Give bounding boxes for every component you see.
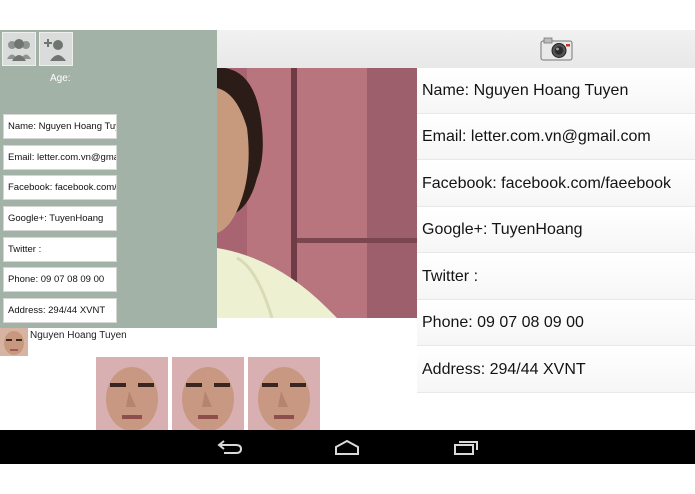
contacts-group-icon: [7, 39, 31, 61]
detail-row-twitter[interactable]: Twitter :: [417, 254, 695, 300]
profile-panel: Age: Name: Nguyen Hoang Tuyen Email: let…: [0, 30, 217, 328]
google-plus-field[interactable]: Google+: TuyenHoang: [3, 206, 117, 231]
thumbnail-photo[interactable]: [248, 357, 320, 430]
contact-photo: [217, 68, 417, 318]
app-window: Age: Name: Nguyen Hoang Tuyen Email: let…: [0, 30, 695, 430]
header-bar: [217, 30, 695, 68]
thumbnail-photo[interactable]: [172, 357, 244, 430]
age-label: Age:: [50, 73, 71, 84]
recent-apps-button[interactable]: [452, 438, 480, 461]
home-icon: [335, 439, 359, 455]
address-field[interactable]: Address: 294/44 XVNT: [3, 298, 117, 323]
add-contact-button[interactable]: [39, 32, 73, 66]
twitter-field[interactable]: Twitter :: [3, 237, 117, 262]
detail-row-google-plus[interactable]: Google+: TuyenHoang: [417, 207, 695, 253]
add-contact-icon: [44, 39, 66, 61]
back-icon: [217, 440, 243, 454]
contact-name: Nguyen Hoang Tuyen: [30, 330, 127, 341]
recent-apps-icon: [454, 441, 478, 455]
detail-row-address[interactable]: Address: 294/44 XVNT: [417, 347, 695, 393]
thumbnail-photo[interactable]: [96, 357, 168, 430]
contacts-group-button[interactable]: [2, 32, 36, 66]
facebook-field[interactable]: Facebook: facebook.com/faeebook: [3, 175, 117, 200]
detail-row-phone[interactable]: Phone: 09 07 08 09 00: [417, 300, 695, 346]
email-field[interactable]: Email: letter.com.vn@gmail.com: [3, 145, 117, 170]
avatar-image: [0, 328, 28, 356]
contact-details-list: Name: Nguyen Hoang Tuyen Email: letter.c…: [417, 68, 695, 430]
phone-field[interactable]: Phone: 09 07 08 09 00: [3, 267, 117, 292]
photo-image: [217, 68, 417, 318]
home-button[interactable]: [333, 438, 361, 461]
system-navigation-bar: [0, 430, 695, 464]
avatar[interactable]: [0, 328, 28, 356]
detail-row-name[interactable]: Name: Nguyen Hoang Tuyen: [417, 68, 695, 114]
detail-row-facebook[interactable]: Facebook: facebook.com/faeebook: [417, 161, 695, 207]
camera-button[interactable]: [540, 37, 573, 61]
detail-row-email[interactable]: Email: letter.com.vn@gmail.com: [417, 114, 695, 160]
back-button[interactable]: [216, 438, 244, 461]
name-field[interactable]: Name: Nguyen Hoang Tuyen: [3, 114, 117, 139]
camera-icon: [540, 37, 573, 61]
